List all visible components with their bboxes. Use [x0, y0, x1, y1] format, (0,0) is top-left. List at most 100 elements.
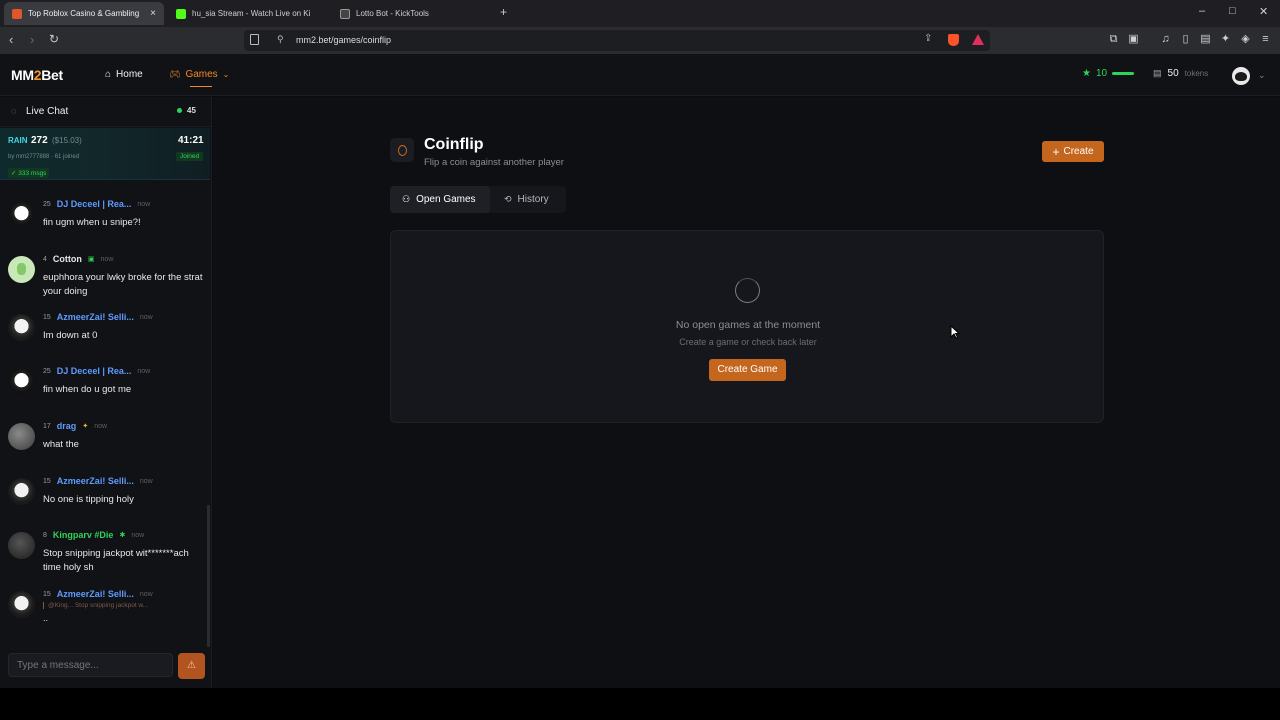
badge-icon: ✦: [82, 423, 89, 430]
home-icon: ⌂: [105, 69, 112, 80]
message-time: now: [94, 422, 108, 430]
user-avatar[interactable]: [8, 368, 35, 395]
nav-games[interactable]: 🎮︎ Games ⌄: [169, 69, 229, 80]
browser-tab-active[interactable]: Top Roblox Casino & Gambling ×: [4, 2, 164, 25]
page-favicon-icon: [340, 8, 350, 19]
user-level: 15: [43, 590, 51, 598]
user-level: 8: [43, 531, 47, 539]
brave-shield-icon[interactable]: [948, 34, 959, 46]
reload-icon[interactable]: ↻: [49, 32, 59, 46]
extensions-icon[interactable]: ⧉: [1107, 33, 1120, 46]
site-logo[interactable]: MM2Bet: [11, 67, 63, 83]
chevron-down-icon[interactable]: ⌄: [1258, 70, 1266, 81]
wallet-icon[interactable]: ▤: [1199, 33, 1212, 46]
online-dot-icon: [177, 108, 182, 113]
media-icon[interactable]: ♫: [1159, 33, 1172, 46]
send-message-button[interactable]: ⚠︎: [178, 653, 205, 679]
username[interactable]: Cotton: [53, 254, 82, 264]
brave-rewards-icon[interactable]: [972, 34, 984, 45]
bookmark-icon[interactable]: [250, 34, 259, 45]
user-avatar[interactable]: [8, 314, 35, 341]
user-avatar[interactable]: [8, 532, 35, 559]
user-avatar[interactable]: [8, 478, 35, 505]
logo-part: Bet: [41, 67, 63, 83]
message-text: ..: [43, 613, 49, 623]
message-text: Stop snipping jackpot wit*******ach time…: [43, 548, 189, 573]
nav-home[interactable]: ⌂ Home: [105, 69, 143, 80]
message-text: what the: [43, 439, 79, 450]
message-time: now: [137, 200, 151, 208]
avatar[interactable]: [1232, 67, 1250, 85]
message-text: No one is tipping holy: [43, 494, 134, 505]
tab-open-label: Open Games: [416, 194, 476, 205]
username[interactable]: DJ Deceel | Rea...: [57, 366, 132, 376]
username[interactable]: AzmeerZai! Selli...: [57, 312, 134, 322]
new-tab-button[interactable]: +: [500, 5, 507, 19]
chat-title: Live Chat: [26, 106, 69, 117]
close-window-button[interactable]: ✕: [1259, 5, 1268, 18]
gamepad-icon: 🎮︎: [169, 69, 181, 79]
token-balance[interactable]: ▤ 50 tokens: [1153, 68, 1208, 79]
minimize-button[interactable]: –: [1199, 5, 1205, 17]
username[interactable]: AzmeerZai! Selli...: [57, 476, 134, 486]
reply-preview[interactable]: @King... Stop snipping jackpot w...: [43, 602, 148, 609]
browser-tab-bar: Top Roblox Casino & Gambling × hu_sia St…: [0, 0, 1280, 27]
site-info-icon[interactable]: ⚲: [277, 34, 284, 45]
chat-sidebar: ◌ Live Chat 45 RAIN 272 ($15.03) 41:21 b…: [0, 97, 212, 688]
create-label: Create: [1063, 146, 1094, 157]
user-avatar[interactable]: [8, 201, 35, 228]
rain-msgs-badge: ✓ 333 msgs: [8, 168, 50, 178]
share-icon[interactable]: ⇪: [924, 33, 932, 44]
leo-ai-icon[interactable]: ✦: [1219, 33, 1232, 46]
tab-open-games[interactable]: ⚇ Open Games: [390, 186, 490, 213]
chat-scrollbar[interactable]: [207, 505, 210, 647]
users-icon: ⚇: [402, 194, 411, 204]
username[interactable]: Kingparv #Die: [53, 530, 114, 540]
chevron-down-icon: ⌄: [222, 70, 230, 79]
message-time: now: [137, 367, 151, 375]
rain-amount: 272: [31, 135, 48, 146]
menu-icon[interactable]: ≡: [1259, 33, 1272, 46]
user-avatar[interactable]: [8, 591, 35, 618]
user-level: 4: [43, 255, 47, 263]
loading-spinner-icon: [735, 278, 760, 303]
warning-triangle-icon: ⚠︎: [187, 660, 196, 671]
browser-tab[interactable]: hu_sia Stream - Watch Live on Ki: [168, 2, 328, 25]
screenshot-icon[interactable]: ▣: [1127, 33, 1140, 46]
user-level: 15: [43, 313, 51, 321]
kick-favicon-icon: [176, 8, 186, 19]
url-text[interactable]: mm2.bet/games/coinflip: [296, 35, 391, 45]
username[interactable]: DJ Deceel | Rea...: [57, 199, 132, 209]
user-avatar[interactable]: [8, 256, 35, 283]
close-tab-icon[interactable]: ×: [150, 8, 156, 19]
tab-history-label: History: [517, 194, 549, 205]
rain-host: by mm2777888 · 61 joined: [8, 154, 80, 160]
logo-part: MM: [11, 67, 34, 83]
tokens-label: tokens: [1184, 69, 1209, 78]
browser-tab[interactable]: Lotto Bot - KickTools: [332, 2, 492, 25]
create-game-button[interactable]: Create Game: [709, 359, 786, 381]
tokens-value: 50: [1167, 68, 1179, 79]
chat-input[interactable]: [8, 653, 173, 677]
badge-icon: ▣: [87, 256, 95, 263]
back-icon[interactable]: ‹: [9, 32, 13, 47]
vpn-icon[interactable]: ◈: [1239, 33, 1252, 46]
message-time: now: [100, 255, 114, 263]
mouse-cursor-icon: [950, 325, 960, 339]
username[interactable]: drag: [57, 421, 77, 431]
tab-history[interactable]: ⟲ History: [492, 186, 561, 213]
username[interactable]: AzmeerZai! Selli...: [57, 589, 134, 599]
history-icon: ⟲: [504, 194, 512, 204]
create-button[interactable]: + Create: [1042, 141, 1104, 162]
message-text: fin when do u got me: [43, 384, 132, 395]
sidebar-icon[interactable]: ▯: [1179, 33, 1192, 46]
empty-state-subtitle: Create a game or check back later: [679, 337, 817, 347]
maximize-button[interactable]: □: [1229, 5, 1236, 17]
message-time: now: [139, 313, 153, 321]
forward-icon[interactable]: ›: [30, 32, 34, 47]
rain-banner[interactable]: RAIN 272 ($15.03) 41:21 by mm2777888 · 6…: [0, 128, 210, 180]
nav-home-label: Home: [116, 69, 143, 80]
address-bar[interactable]: ⚲ mm2.bet/games/coinflip ⇪: [244, 30, 990, 51]
user-avatar[interactable]: [8, 423, 35, 450]
user-level: 25: [43, 367, 51, 375]
